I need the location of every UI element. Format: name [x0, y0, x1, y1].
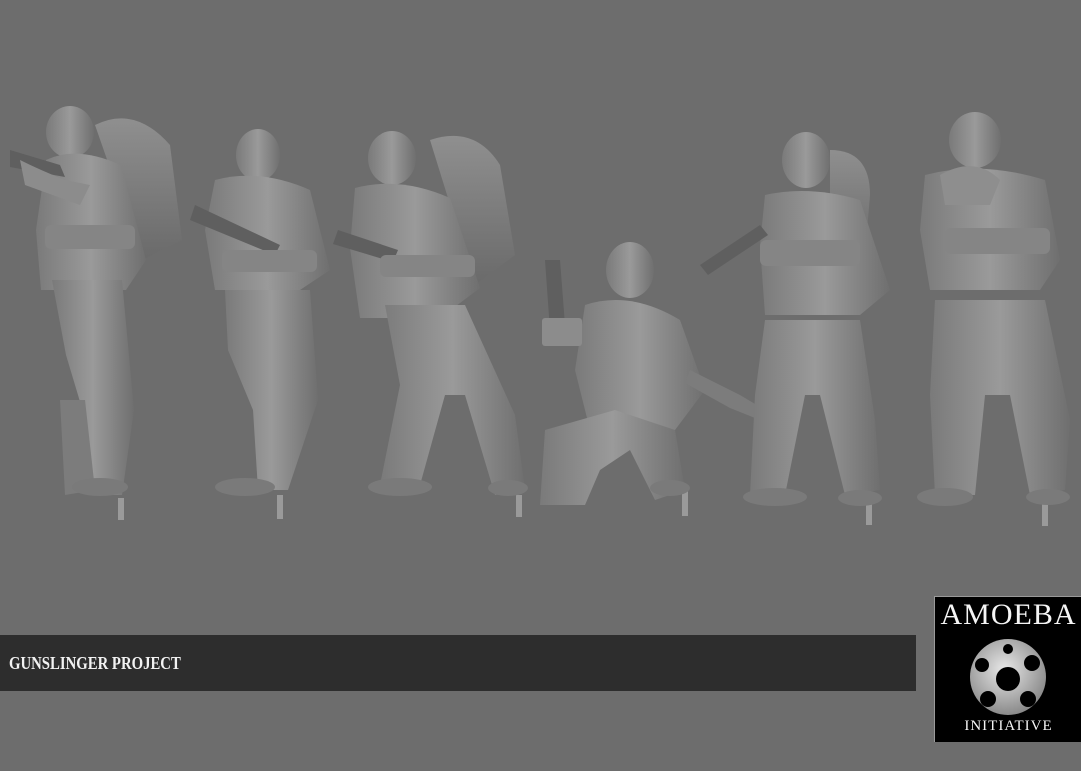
soldier-figure-2 [190, 129, 330, 519]
logo-top-text: AMOEBA [940, 598, 1077, 631]
title-banner: GUNSLINGER PROJECT [0, 635, 916, 691]
amoeba-logo-icon [970, 639, 1046, 715]
soldier-figure-3 [333, 131, 528, 517]
amoeba-initiative-logo: AMOEBA INITIATIVE [934, 596, 1081, 742]
soldier-figure-1 [10, 106, 182, 520]
sculpt-figures [10, 106, 1070, 526]
logo-bottom-text: INITIATIVE [964, 718, 1053, 734]
soldier-figure-6 [917, 112, 1070, 526]
soldier-figure-4 [540, 242, 765, 516]
soldier-figure-5 [700, 132, 890, 525]
project-title: GUNSLINGER PROJECT [9, 653, 181, 673]
render-canvas: GUNSLINGER PROJECT AMOEBA INITIATIVE [0, 0, 1081, 771]
